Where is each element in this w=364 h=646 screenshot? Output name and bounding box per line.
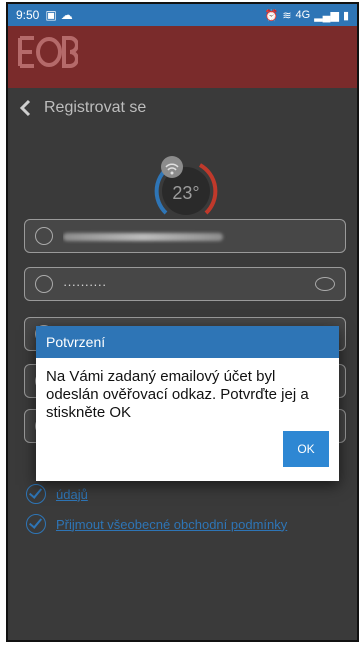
cloud-notification-icon: ☁ [60, 8, 73, 22]
dialog-title: Potvrzení [36, 326, 339, 358]
dialog-message: Na Vámi zadaný emailový účet byl odeslán… [46, 368, 309, 421]
status-icons: ⏰ ≋ 4G ▂▄▆ ▮ [265, 9, 349, 22]
battery-icon: ▮ [342, 9, 349, 22]
email-value [63, 229, 335, 244]
password-field[interactable]: ·········· [24, 267, 346, 301]
consent-terms-label[interactable]: Přijmout všeobecné obchodní podmínky [56, 517, 287, 532]
temperature-value: 23° [172, 183, 199, 203]
wifi-icon: ≋ [282, 9, 292, 22]
lock-icon [35, 275, 53, 293]
page-title: Registrovat se [44, 99, 147, 116]
alarm-icon: ⏰ [264, 9, 279, 22]
eob-logo [18, 36, 78, 68]
ok-button[interactable]: OK [283, 431, 329, 467]
image-notification-icon: ▣ [45, 8, 57, 22]
check-circle-icon[interactable] [26, 514, 46, 534]
back-chevron-icon[interactable] [14, 97, 36, 119]
phone-screen: 9:50 ▣ ☁ ⏰ ≋ 4G ▂▄▆ ▮ Registrovat se 23° [6, 2, 359, 642]
email-field[interactable] [24, 219, 346, 253]
signal-icon: ▂▄▆ [314, 9, 339, 22]
thermostat-logo: 23° [154, 156, 218, 215]
brand-bar [8, 26, 357, 88]
consent-terms[interactable]: Přijmout všeobecné obchodní podmínky [26, 514, 356, 534]
email-icon [35, 227, 53, 245]
password-value: ·········· [63, 276, 107, 292]
consent-gdpr-label[interactable]: údajů [56, 487, 88, 502]
status-time: 9:50 [16, 8, 40, 22]
consent-gdpr[interactable]: údajů [26, 484, 356, 504]
network-label: 4G [295, 9, 311, 21]
eye-icon[interactable] [315, 277, 335, 291]
app-bar: Registrovat se [8, 88, 357, 128]
status-bar: 9:50 ▣ ☁ ⏰ ≋ 4G ▂▄▆ ▮ [8, 4, 357, 26]
check-circle-icon[interactable] [26, 484, 46, 504]
redacted-email [63, 233, 223, 242]
confirmation-dialog: Potvrzení Na Vámi zadaný emailový účet b… [36, 326, 339, 481]
